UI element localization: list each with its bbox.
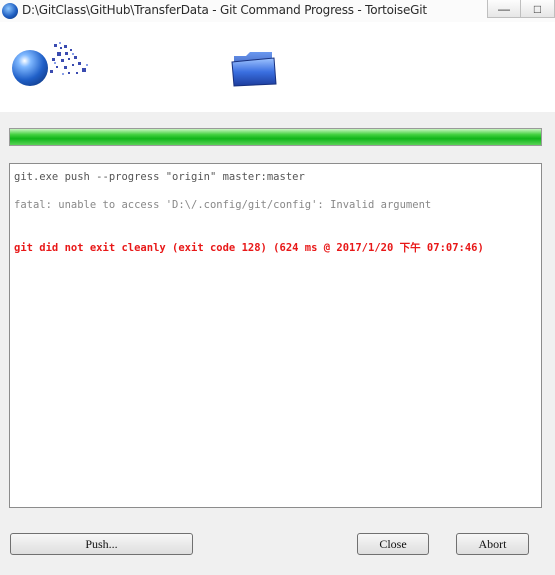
maximize-button[interactable]: □ bbox=[521, 0, 555, 18]
log-command-line: git.exe push --progress "origin" master:… bbox=[14, 171, 305, 183]
push-button[interactable]: Push... bbox=[10, 533, 193, 555]
title-bar: D:\GitClass\GitHub\TransferData - Git Co… bbox=[0, 0, 555, 23]
minimize-button[interactable]: — bbox=[487, 0, 521, 18]
log-error-line: git did not exit cleanly (exit code 128)… bbox=[14, 242, 484, 254]
progress-bar bbox=[9, 128, 542, 146]
tortoisegit-app-icon bbox=[2, 3, 18, 19]
window-controls: — □ bbox=[487, 0, 555, 20]
close-button[interactable]: Close bbox=[357, 533, 429, 555]
folder-icon bbox=[231, 52, 277, 87]
output-log[interactable]: git.exe push --progress "origin" master:… bbox=[9, 163, 542, 508]
progress-fill bbox=[10, 129, 541, 145]
data-transfer-particles-icon bbox=[50, 42, 88, 75]
window-title: D:\GitClass\GitHub\TransferData - Git Co… bbox=[22, 3, 427, 17]
log-fatal-line: fatal: unable to access 'D:\/.config/git… bbox=[14, 199, 432, 211]
abort-button[interactable]: Abort bbox=[456, 533, 529, 555]
globe-network-icon bbox=[12, 50, 48, 86]
